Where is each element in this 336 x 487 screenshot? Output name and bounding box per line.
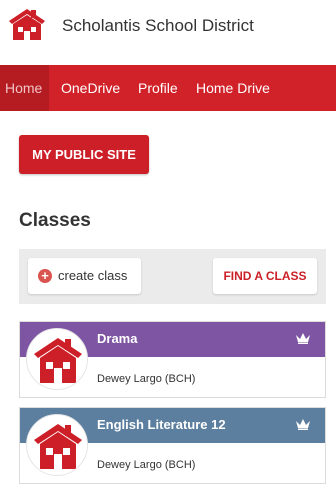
nav-item-profile[interactable]: Profile <box>138 65 178 111</box>
class-avatar <box>26 328 88 390</box>
create-class-button[interactable]: + create class <box>28 258 141 294</box>
schoolhouse-icon[interactable] <box>6 6 48 48</box>
district-name[interactable]: Scholantis School District <box>62 16 254 36</box>
crown-icon <box>296 333 310 344</box>
find-class-button[interactable]: FIND A CLASS <box>213 258 317 294</box>
main-nav: Home OneDrive Profile Home Drive <box>0 65 336 111</box>
class-toolbar: + create class FIND A CLASS <box>19 249 326 304</box>
schoolhouse-icon <box>34 424 82 469</box>
teacher-name: Dewey Largo (BCH) <box>97 459 196 471</box>
class-name[interactable]: English Literature 12 <box>97 417 226 432</box>
class-avatar <box>26 414 88 476</box>
plus-circle-icon: + <box>38 269 52 283</box>
class-name[interactable]: Drama <box>97 331 137 346</box>
nav-item-home[interactable]: Home <box>0 65 49 111</box>
nav-item-home-drive[interactable]: Home Drive <box>196 65 270 111</box>
nav-item-onedrive[interactable]: OneDrive <box>61 65 120 111</box>
schoolhouse-icon <box>34 338 82 383</box>
classes-heading: Classes <box>19 210 91 231</box>
teacher-name: Dewey Largo (BCH) <box>97 373 196 385</box>
class-card-english-literature-12[interactable]: English Literature 12 Dewey Largo (BCH) <box>19 407 326 484</box>
my-public-site-button[interactable]: MY PUBLIC SITE <box>19 135 149 174</box>
site-header: Scholantis School District <box>0 0 336 65</box>
create-class-label: create class <box>58 268 128 283</box>
crown-icon <box>296 419 310 430</box>
class-card-drama[interactable]: Drama Dewey Largo (BCH) <box>19 321 326 398</box>
